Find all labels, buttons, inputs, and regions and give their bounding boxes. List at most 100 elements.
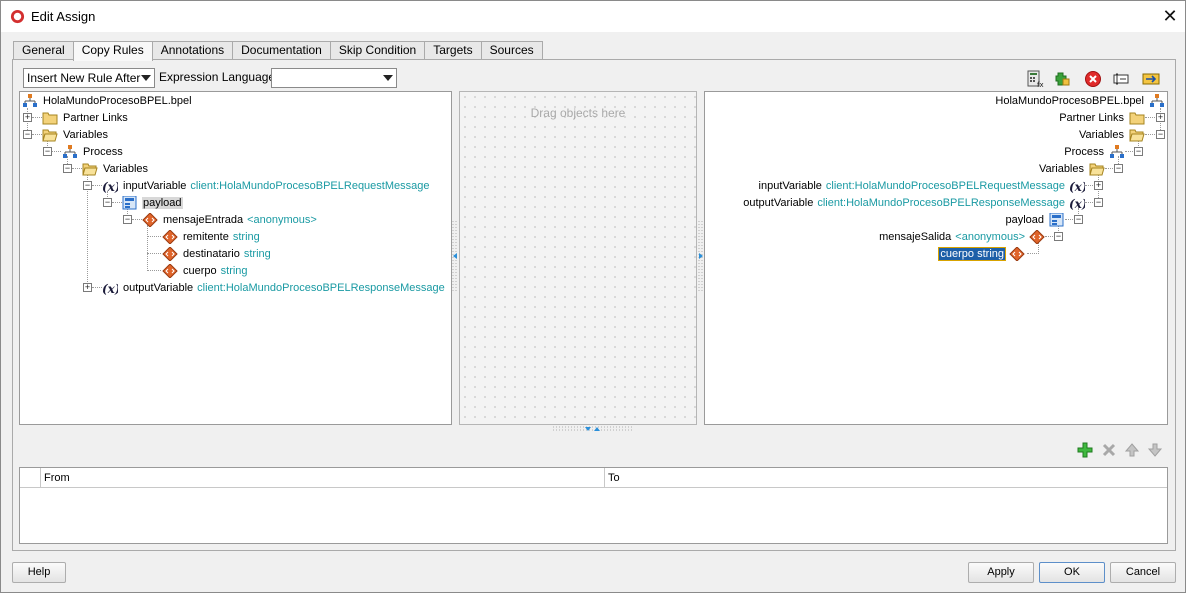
message-part-icon <box>1049 213 1064 227</box>
collapse-icon[interactable]: − <box>63 164 72 173</box>
tab-skip-condition[interactable]: Skip Condition <box>329 41 426 60</box>
collapse-icon[interactable]: − <box>43 147 52 156</box>
help-button[interactable]: Help <box>12 562 66 583</box>
collapse-icon[interactable]: − <box>1054 232 1063 241</box>
expand-icon[interactable]: + <box>83 283 92 292</box>
message-part-icon <box>122 196 137 210</box>
tree-node-payload[interactable]: payload <box>1004 212 1065 228</box>
tab-sources[interactable]: Sources <box>480 41 543 60</box>
insert-mode-select[interactable]: Insert New Rule After <box>23 68 155 88</box>
element-icon <box>162 230 178 244</box>
mensaje-entrada-type: <anonymous> <box>247 214 317 226</box>
expand-icon[interactable]: + <box>23 113 32 122</box>
splitter-bottom-handle[interactable] <box>553 425 633 433</box>
tree-node-partner-links[interactable]: Partner Links <box>1058 110 1145 126</box>
collapse-icon[interactable]: − <box>23 130 32 139</box>
process-variables-label: Variables <box>103 163 149 175</box>
collapse-icon[interactable]: − <box>1156 130 1165 139</box>
expand-icon[interactable]: + <box>1094 181 1103 190</box>
tree-node-process-variables[interactable]: Variables <box>82 161 149 177</box>
input-variable-label: inputVariable <box>123 180 187 192</box>
splitter-left-handle[interactable] <box>452 221 458 291</box>
column-header-to[interactable]: To <box>604 468 1167 488</box>
expand-icon[interactable]: + <box>1156 113 1165 122</box>
destinatario-label: destinatario <box>183 248 240 260</box>
tree-node-variables[interactable]: Variables <box>42 127 109 143</box>
variable-icon: (x) <box>1069 197 1085 210</box>
tree-node-root[interactable]: HolaMundoProcesoBPEL.bpel <box>22 93 193 109</box>
move-down-icon[interactable] <box>1147 442 1163 458</box>
cancel-button[interactable]: Cancel <box>1110 562 1176 583</box>
drop-area-panel[interactable]: Drag objects here <box>459 91 697 425</box>
tree-node-mensaje-salida[interactable]: mensajeSalida <anonymous> <box>878 229 1045 245</box>
add-icon[interactable] <box>1077 442 1093 458</box>
output-variable-type: client:HolaMundoProcesoBPELResponseMessa… <box>197 282 445 294</box>
collapse-icon[interactable]: − <box>1074 215 1083 224</box>
xml-fragment-icon[interactable] <box>1054 70 1072 88</box>
close-icon[interactable]: ✕ <box>1155 1 1185 32</box>
tree-node-cuerpo[interactable]: cuerpo string <box>938 246 1025 262</box>
edit-assign-dialog: Edit Assign ✕ General Copy Rules Annotat… <box>0 0 1186 593</box>
mensaje-salida-type: <anonymous> <box>955 231 1025 243</box>
tree-node-process-variables[interactable]: Variables <box>1038 161 1105 177</box>
tree-node-input-variable[interactable]: inputVariable client:HolaMundoProcesoBPE… <box>758 178 1085 194</box>
chevron-down-icon <box>141 75 151 81</box>
title-bar: Edit Assign ✕ <box>1 1 1185 32</box>
tree-node-process[interactable]: Process <box>1063 144 1125 160</box>
collapse-icon[interactable]: − <box>103 198 112 207</box>
tree-node-cuerpo[interactable]: cuerpo string <box>162 263 248 279</box>
app-logo-icon <box>10 9 25 24</box>
connect-icon[interactable] <box>1142 70 1160 88</box>
folder-open-icon <box>1129 129 1145 142</box>
source-tree-panel: HolaMundoProcesoBPEL.bpel + Partner Link… <box>19 91 452 425</box>
remitente-type: string <box>232 231 260 243</box>
collapse-icon[interactable]: − <box>1114 164 1123 173</box>
collapse-icon[interactable]: − <box>1134 147 1143 156</box>
collapse-icon[interactable]: − <box>83 181 92 190</box>
tree-node-variables[interactable]: Variables <box>1078 127 1145 143</box>
process-label: Process <box>1064 146 1104 158</box>
tree-node-destinatario[interactable]: destinatario string <box>162 246 271 262</box>
copy-rules-table: From To <box>19 467 1168 544</box>
variables-label: Variables <box>63 129 109 141</box>
apply-button[interactable]: Apply <box>968 562 1034 583</box>
tab-documentation[interactable]: Documentation <box>232 41 331 60</box>
partner-links-label: Partner Links <box>63 112 128 124</box>
tab-copy-rules[interactable]: Copy Rules <box>72 41 153 61</box>
collapse-icon[interactable]: − <box>123 215 132 224</box>
svg-text:(x): (x) <box>102 282 118 295</box>
remove-icon[interactable] <box>1101 442 1117 458</box>
tree-node-mensaje-entrada[interactable]: mensajeEntrada <anonymous> <box>142 212 317 228</box>
svg-text:(x): (x) <box>102 180 118 193</box>
tree-node-process[interactable]: Process <box>62 144 124 160</box>
delete-rule-icon[interactable] <box>1084 70 1102 88</box>
tab-general[interactable]: General <box>13 41 74 60</box>
cuerpo-label: cuerpo <box>183 265 217 277</box>
expression-builder-icon[interactable]: fx <box>1026 70 1044 88</box>
tree-node-input-variable[interactable]: (x) inputVariable client:HolaMundoProces… <box>102 178 429 194</box>
process-icon <box>63 145 77 158</box>
move-up-icon[interactable] <box>1124 442 1140 458</box>
insert-mode-value: Insert New Rule After <box>27 71 141 85</box>
tab-annotations[interactable]: Annotations <box>151 41 234 60</box>
help-button-label: Help <box>27 566 51 578</box>
tree-node-payload[interactable]: payload <box>122 195 183 211</box>
chevron-down-icon <box>383 75 393 81</box>
tree-node-remitente[interactable]: remitente string <box>162 229 260 245</box>
tab-targets[interactable]: Targets <box>424 41 482 60</box>
literal-icon[interactable] <box>1112 70 1130 88</box>
element-icon <box>162 247 178 261</box>
input-variable-type: client:HolaMundoProcesoBPELRequestMessag… <box>190 180 430 192</box>
column-header-from[interactable]: From <box>40 468 604 488</box>
ok-button[interactable]: OK <box>1039 562 1105 583</box>
tree-node-root[interactable]: HolaMundoProcesoBPEL.bpel <box>994 93 1165 109</box>
tree-node-partner-links[interactable]: Partner Links <box>42 110 129 126</box>
element-icon <box>1009 247 1025 261</box>
tree-node-output-variable[interactable]: (x) outputVariable client:HolaMundoProce… <box>102 280 445 296</box>
folder-open-icon <box>42 129 58 142</box>
partner-links-label: Partner Links <box>1059 112 1124 124</box>
root-label: HolaMundoProcesoBPEL.bpel <box>43 95 192 107</box>
collapse-icon[interactable]: − <box>1094 198 1103 207</box>
tree-node-output-variable[interactable]: outputVariable client:HolaMundoProcesoBP… <box>742 195 1085 211</box>
expression-language-select[interactable] <box>271 68 397 88</box>
